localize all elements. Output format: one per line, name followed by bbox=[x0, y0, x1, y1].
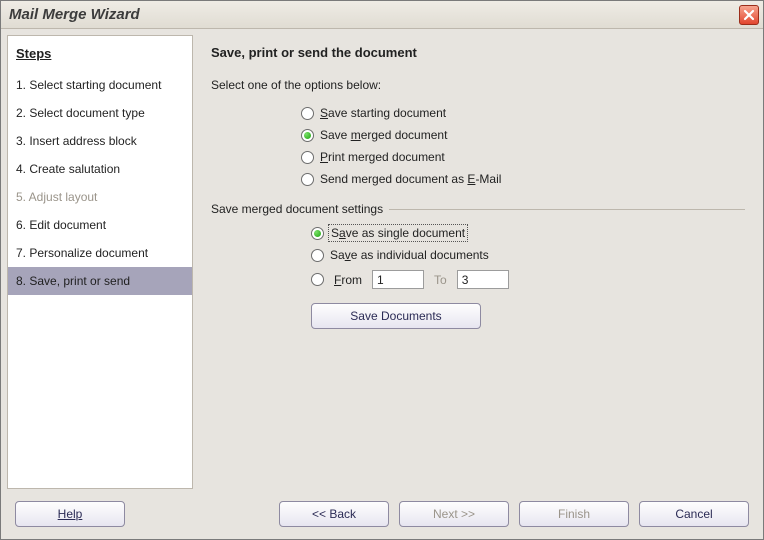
radio-icon bbox=[301, 129, 314, 142]
options-prompt: Select one of the options below: bbox=[211, 78, 745, 92]
back-button[interactable]: << Back bbox=[279, 501, 389, 527]
page-heading: Save, print or send the document bbox=[211, 45, 745, 60]
close-icon bbox=[743, 9, 755, 21]
setting-save-individual[interactable]: Save as individual documents bbox=[211, 244, 745, 266]
setting-save-single[interactable]: Save as single document bbox=[211, 222, 745, 244]
radio-icon bbox=[311, 249, 324, 262]
save-documents-button[interactable]: Save Documents bbox=[311, 303, 481, 329]
setting-label: Save as individual documents bbox=[330, 248, 489, 262]
next-button: Next >> bbox=[399, 501, 509, 527]
window-title: Mail Merge Wizard bbox=[9, 6, 739, 23]
step-2[interactable]: 2. Select document type bbox=[8, 99, 192, 127]
step-4[interactable]: 4. Create salutation bbox=[8, 155, 192, 183]
dialog-body: Steps 1. Select starting document 2. Sel… bbox=[1, 29, 763, 495]
to-input[interactable] bbox=[457, 270, 509, 289]
dialog-footer: Help << Back Next >> Finish Cancel bbox=[1, 495, 763, 539]
cancel-button[interactable]: Cancel bbox=[639, 501, 749, 527]
save-documents-row: Save Documents bbox=[211, 293, 745, 329]
step-1[interactable]: 1. Select starting document bbox=[8, 71, 192, 99]
finish-button: Finish bbox=[519, 501, 629, 527]
help-button[interactable]: Help bbox=[15, 501, 125, 527]
radio-icon bbox=[301, 173, 314, 186]
setting-label: Save as single document bbox=[330, 226, 466, 240]
option-print-merged[interactable]: Print merged document bbox=[211, 146, 745, 168]
step-5: 5. Adjust layout bbox=[8, 183, 192, 211]
option-label: Send merged document as E-Mail bbox=[320, 172, 501, 186]
radio-icon bbox=[311, 227, 324, 240]
title-bar: Mail Merge Wizard bbox=[1, 1, 763, 29]
from-label: From bbox=[334, 273, 362, 287]
setting-from-row: From To bbox=[211, 266, 745, 293]
step-3[interactable]: 3. Insert address block bbox=[8, 127, 192, 155]
radio-icon bbox=[301, 151, 314, 164]
steps-list: 1. Select starting document 2. Select do… bbox=[8, 71, 192, 295]
option-label: Print merged document bbox=[320, 150, 445, 164]
main-panel: Save, print or send the document Select … bbox=[193, 29, 763, 495]
close-button[interactable] bbox=[739, 5, 759, 25]
step-6[interactable]: 6. Edit document bbox=[8, 211, 192, 239]
option-save-starting[interactable]: Save starting document bbox=[211, 102, 745, 124]
divider bbox=[389, 209, 745, 210]
option-label: Save starting document bbox=[320, 106, 446, 120]
step-7[interactable]: 7. Personalize document bbox=[8, 239, 192, 267]
step-8[interactable]: 8. Save, print or send bbox=[8, 267, 192, 295]
from-input[interactable] bbox=[372, 270, 424, 289]
to-label: To bbox=[434, 273, 447, 287]
settings-section-title: Save merged document settings bbox=[211, 202, 745, 216]
option-send-email[interactable]: Send merged document as E-Mail bbox=[211, 168, 745, 190]
steps-sidebar: Steps 1. Select starting document 2. Sel… bbox=[7, 35, 193, 489]
option-label: Save merged document bbox=[320, 128, 447, 142]
option-save-merged[interactable]: Save merged document bbox=[211, 124, 745, 146]
radio-icon[interactable] bbox=[311, 273, 324, 286]
steps-header: Steps bbox=[8, 46, 192, 71]
mail-merge-dialog: Mail Merge Wizard Steps 1. Select starti… bbox=[0, 0, 764, 540]
radio-icon bbox=[301, 107, 314, 120]
